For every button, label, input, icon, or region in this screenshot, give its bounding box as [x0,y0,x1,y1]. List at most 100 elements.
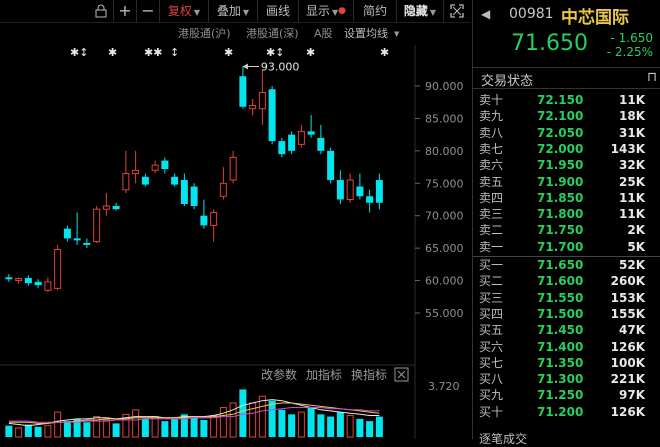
bid-row[interactable]: 买十 71.200 126K [473,404,660,420]
event-marker[interactable]: ✱↕ [266,46,284,59]
volume-bar [268,400,276,437]
candle-body [54,248,62,289]
bid-row[interactable]: 买五 71.450 47K [473,322,660,338]
ask-row[interactable]: 卖一 71.700 5K [473,239,660,255]
diejia-button[interactable]: 叠加 ▼ [208,0,257,22]
candle [317,124,325,155]
candle [122,150,130,194]
fuquan-button[interactable]: 复权 ▼ [159,0,208,22]
huaxian-button[interactable]: 画线 [257,0,298,22]
candle [54,244,62,291]
volume-bar [44,425,52,438]
lock-icon[interactable] [90,0,112,22]
order-level-label: 买九 [479,388,504,403]
add-indicator-button[interactable]: 加指标 [306,367,342,382]
bid-row[interactable]: 买七 71.350 100K [473,355,660,371]
y-tick-label: 75.000 [425,177,464,190]
order-level-label: 卖二 [479,223,504,238]
event-marker[interactable]: ✱↕ [70,46,88,59]
candle-body [161,160,169,170]
switch-indicator-button[interactable]: 换指标 [351,367,387,382]
order-level-label: 买十 [479,404,504,419]
yincang-button[interactable]: 隐藏 ▼ [396,0,443,22]
candle [268,86,276,145]
event-marker[interactable]: ✱ [224,46,233,59]
order-price: 72.050 [537,125,584,140]
candle-body [258,91,266,110]
candle-body [180,180,188,205]
bid-row[interactable]: 买八 71.300 221K [473,371,660,387]
jiandan-button[interactable]: 简约 [353,0,396,22]
minimize-icon[interactable]: ⊓ [647,70,657,85]
order-price: 71.350 [537,355,584,370]
candle [288,131,296,155]
ask-row[interactable]: 卖四 71.850 11K [473,190,660,206]
candlestick-chart[interactable]: 港股通(沪) 港股通(深) A股 设置均线 ▼ ✱↕ ✱ ✱✱ ↕ ✱ ✱↕ ✱ ✱ 90.0… [0,22,470,439]
volume-bar [190,417,198,437]
order-quantity: 11K [619,190,645,205]
bid-row[interactable]: 买一 71.650 52K [473,257,660,273]
bid-row[interactable]: 买四 71.500 155K [473,306,660,322]
order-price: 72.150 [537,93,584,107]
ask-row[interactable]: 卖三 71.800 11K [473,206,660,222]
quote-panel: ◀ 00981 中芯国际 71.650 - 1.650 - 2.25% 交易状态… [472,0,660,446]
legend-hk-sz[interactable]: 港股通(深) [246,27,299,40]
bid-row[interactable]: 买九 71.250 97K [473,387,660,403]
legend-ma-setting[interactable]: 设置均线 [344,26,388,40]
order-quantity: 2K [627,223,645,238]
order-quantity: 126K [610,339,645,354]
candle-body [141,176,149,185]
ask-row[interactable]: 卖十 72.150 11K [473,92,660,108]
order-quantity: 11K [619,93,645,107]
bid-row[interactable]: 买六 71.400 126K [473,339,660,355]
event-marker[interactable]: ✱ [380,46,389,59]
legend-a-share[interactable]: A股 [314,27,333,40]
change-param-button[interactable]: 改参数 [261,367,297,382]
candle-body [102,205,110,210]
expand-icon[interactable] [443,0,470,22]
close-icon[interactable] [394,367,409,382]
candle [151,160,159,174]
event-marker[interactable]: ✱ [306,46,315,59]
candle [229,150,237,184]
order-quantity: 260K [610,274,645,289]
candle [336,170,344,205]
volume-bar [112,423,120,437]
order-price: 71.700 [537,239,584,254]
bid-row[interactable]: 买三 71.550 153K [473,290,660,306]
back-arrow-icon[interactable]: ◀ [481,7,490,21]
legend-hk-sh[interactable]: 港股通(沪) [178,26,231,40]
chevron-down-icon: ▼ [242,8,250,17]
volume-bar [297,411,305,438]
event-marker[interactable]: ✱✱ [144,46,162,59]
ask-row[interactable]: 卖八 72.050 31K [473,125,660,141]
order-level-label: 卖六 [479,158,504,173]
candle-body [239,76,247,107]
candle [171,173,179,187]
ask-row[interactable]: 卖六 71.950 32K [473,157,660,173]
candle-body [112,205,120,210]
candle-body [63,228,71,239]
xianshi-button[interactable]: 显示 ▼● [298,0,353,22]
order-quantity: 100K [610,355,645,370]
minus-icon[interactable]: − [136,0,159,22]
ask-row[interactable]: 卖七 72.000 143K [473,141,660,157]
candle [190,183,198,210]
plus-icon[interactable]: + [113,0,136,22]
volume-bar [15,427,23,438]
y-tick-label: 60.000 [425,275,464,288]
candle-body [219,182,227,197]
event-marker[interactable]: ✱ [108,46,117,59]
volume-bar [161,421,169,437]
ask-row[interactable]: 卖二 71.750 2K [473,222,660,238]
ask-row[interactable]: 卖九 72.100 18K [473,108,660,124]
candle-body [200,215,208,226]
order-price: 71.800 [537,207,584,222]
notification-dot-icon: ● [338,6,347,16]
bid-row[interactable]: 买二 71.600 260K [473,273,660,289]
candle [141,173,149,187]
event-marker[interactable]: ↕ [170,46,179,59]
order-price: 72.000 [537,141,584,156]
ask-row[interactable]: 卖五 71.900 25K [473,174,660,190]
order-quantity: 5K [627,239,645,254]
